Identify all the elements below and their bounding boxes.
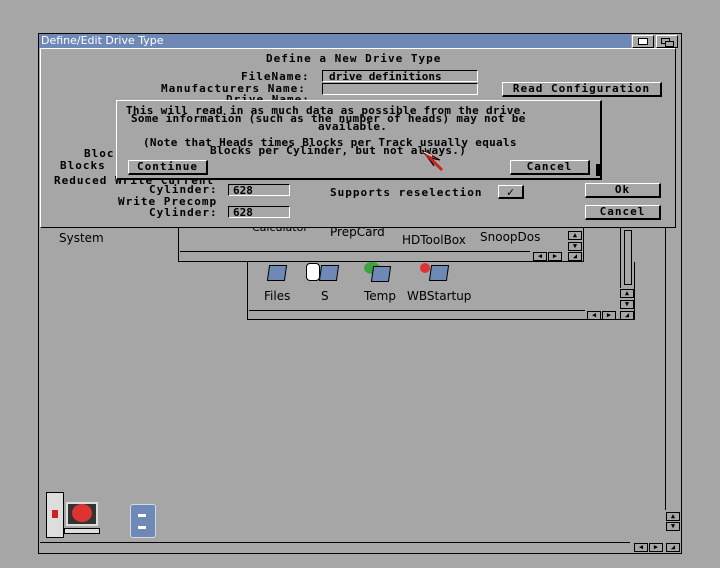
s-drawer-icon[interactable] bbox=[306, 261, 340, 283]
main-scroll-right-icon[interactable]: ▶ bbox=[649, 543, 663, 552]
requester-line-3: available. bbox=[318, 120, 388, 133]
sys-size-icon[interactable]: ◢ bbox=[620, 311, 634, 320]
depth-back-icon bbox=[638, 38, 648, 45]
icon-label-hdtoolbox[interactable]: HDToolBox bbox=[402, 233, 466, 247]
system-drive-label[interactable]: System bbox=[59, 231, 104, 245]
sys-scroll-right-icon[interactable]: ▶ bbox=[602, 311, 616, 320]
main-scroll-up-icon[interactable]: ▲ bbox=[666, 512, 680, 521]
icon-label-snoopdos[interactable]: SnoopDos bbox=[480, 230, 540, 244]
window-title: Define/Edit Drive Type bbox=[41, 34, 164, 47]
computer-icon[interactable] bbox=[44, 492, 102, 540]
window-title-bar[interactable]: Define/Edit Drive Type bbox=[39, 34, 631, 48]
back-scroll-up-icon[interactable]: ▲ bbox=[568, 231, 582, 240]
precomp-cylinder-field[interactable]: 628 bbox=[228, 206, 290, 218]
wbstartup-drawer-icon[interactable] bbox=[418, 261, 452, 283]
depth-front-icon-2 bbox=[665, 41, 674, 47]
sys-scroll-down-icon[interactable]: ▼ bbox=[620, 300, 634, 309]
icon-label-temp[interactable]: Temp bbox=[364, 289, 396, 303]
main-hscroll-track[interactable] bbox=[40, 542, 630, 551]
read-configuration-button[interactable]: Read Configuration bbox=[502, 82, 662, 97]
requester-cancel-button[interactable]: Cancel bbox=[510, 160, 590, 175]
manufacturer-field[interactable] bbox=[322, 83, 478, 95]
manufacturer-label: Manufacturers Name: bbox=[161, 82, 306, 95]
temp-drawer-icon[interactable] bbox=[362, 262, 394, 284]
back-scroll-left-icon[interactable]: ◀ bbox=[533, 252, 547, 261]
supports-reselection-checkbox[interactable]: ✓ bbox=[498, 185, 524, 199]
precomp-cylinder-label: Cylinder: bbox=[149, 206, 218, 219]
ok-button[interactable]: Ok bbox=[585, 183, 661, 198]
back-scroll-down-icon[interactable]: ▼ bbox=[568, 242, 582, 251]
icon-label-files[interactable]: Files bbox=[264, 289, 290, 303]
main-scroll-left-icon[interactable]: ◀ bbox=[634, 543, 648, 552]
depth-gadget-back[interactable] bbox=[632, 35, 654, 48]
filename-field[interactable]: drive definitions bbox=[322, 70, 478, 82]
define-dialog-title: Define a New Drive Type bbox=[266, 52, 442, 65]
main-scroll-down-icon[interactable]: ▼ bbox=[666, 522, 680, 531]
hidden-field-edge bbox=[596, 164, 602, 176]
main-size-icon[interactable]: ◢ bbox=[666, 543, 680, 552]
sys-scroll-up-icon[interactable]: ▲ bbox=[620, 289, 634, 298]
blocks-label-2: Blocks bbox=[60, 159, 106, 172]
back-scroll-right-icon[interactable]: ▶ bbox=[548, 252, 562, 261]
icon-label-s[interactable]: S bbox=[321, 289, 329, 303]
depth-gadget-front[interactable] bbox=[656, 35, 678, 48]
continue-button[interactable]: Continue bbox=[128, 160, 208, 175]
system-drawer-knob[interactable] bbox=[624, 230, 632, 285]
sys-scroll-left-icon[interactable]: ◀ bbox=[587, 311, 601, 320]
files-drawer-icon[interactable] bbox=[266, 263, 290, 283]
back-size-icon[interactable]: ◢ bbox=[568, 252, 582, 261]
back-hscroll-track[interactable] bbox=[180, 251, 530, 260]
dialog-cancel-button[interactable]: Cancel bbox=[585, 205, 661, 220]
reduced-cylinder-field[interactable]: 628 bbox=[228, 184, 290, 196]
mouse-pointer-icon bbox=[421, 149, 444, 172]
cabinet-icon[interactable] bbox=[128, 502, 158, 540]
supports-reselection-label: Supports reselection bbox=[330, 186, 483, 199]
sys-hscroll-track[interactable] bbox=[249, 310, 585, 319]
system-drawer-vscroll[interactable] bbox=[620, 228, 634, 288]
icon-label-wbstartup[interactable]: WBStartup bbox=[407, 289, 471, 303]
